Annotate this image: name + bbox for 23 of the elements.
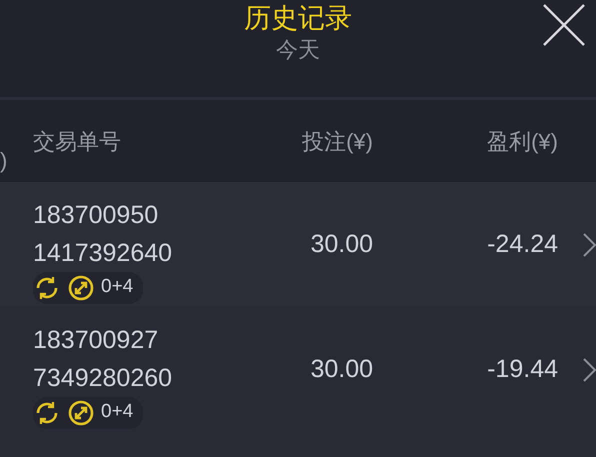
- dialog-title: 历史记录: [244, 2, 352, 35]
- order-number: 183700927: [33, 324, 160, 356]
- order-number: 183700950: [33, 200, 160, 230]
- bet-amount: 30.00: [309, 354, 373, 385]
- profit-amount: -19.44: [486, 354, 558, 385]
- chevron-icon: [582, 232, 596, 258]
- arrows-circle-icon: [67, 274, 95, 302]
- arrows-circle-icon: [67, 398, 95, 426]
- column-header: 交易单号: [33, 128, 122, 156]
- column-header: 盈利(¥): [486, 128, 558, 156]
- column-header: ): [0, 148, 8, 174]
- close-icon[interactable]: [542, 3, 586, 47]
- tag-count: 0+4: [101, 400, 134, 424]
- chevron-icon: [582, 356, 596, 382]
- tag-count: 0+4: [101, 275, 134, 300]
- history-row[interactable]: 183700927 7349280260 0+4 30.00 -19.44: [0, 307, 596, 457]
- history-row[interactable]: 183700950 1417392640 0+4 30.00 -24.24: [0, 182, 596, 307]
- date-label: 今天: [276, 36, 320, 64]
- profit-amount: -24.24: [486, 228, 558, 260]
- order-number: 1417392640: [33, 238, 174, 268]
- order-number: 7349280260: [33, 362, 174, 394]
- bet-amount: 30.00: [309, 228, 373, 260]
- column-header: 投注(¥): [301, 128, 373, 156]
